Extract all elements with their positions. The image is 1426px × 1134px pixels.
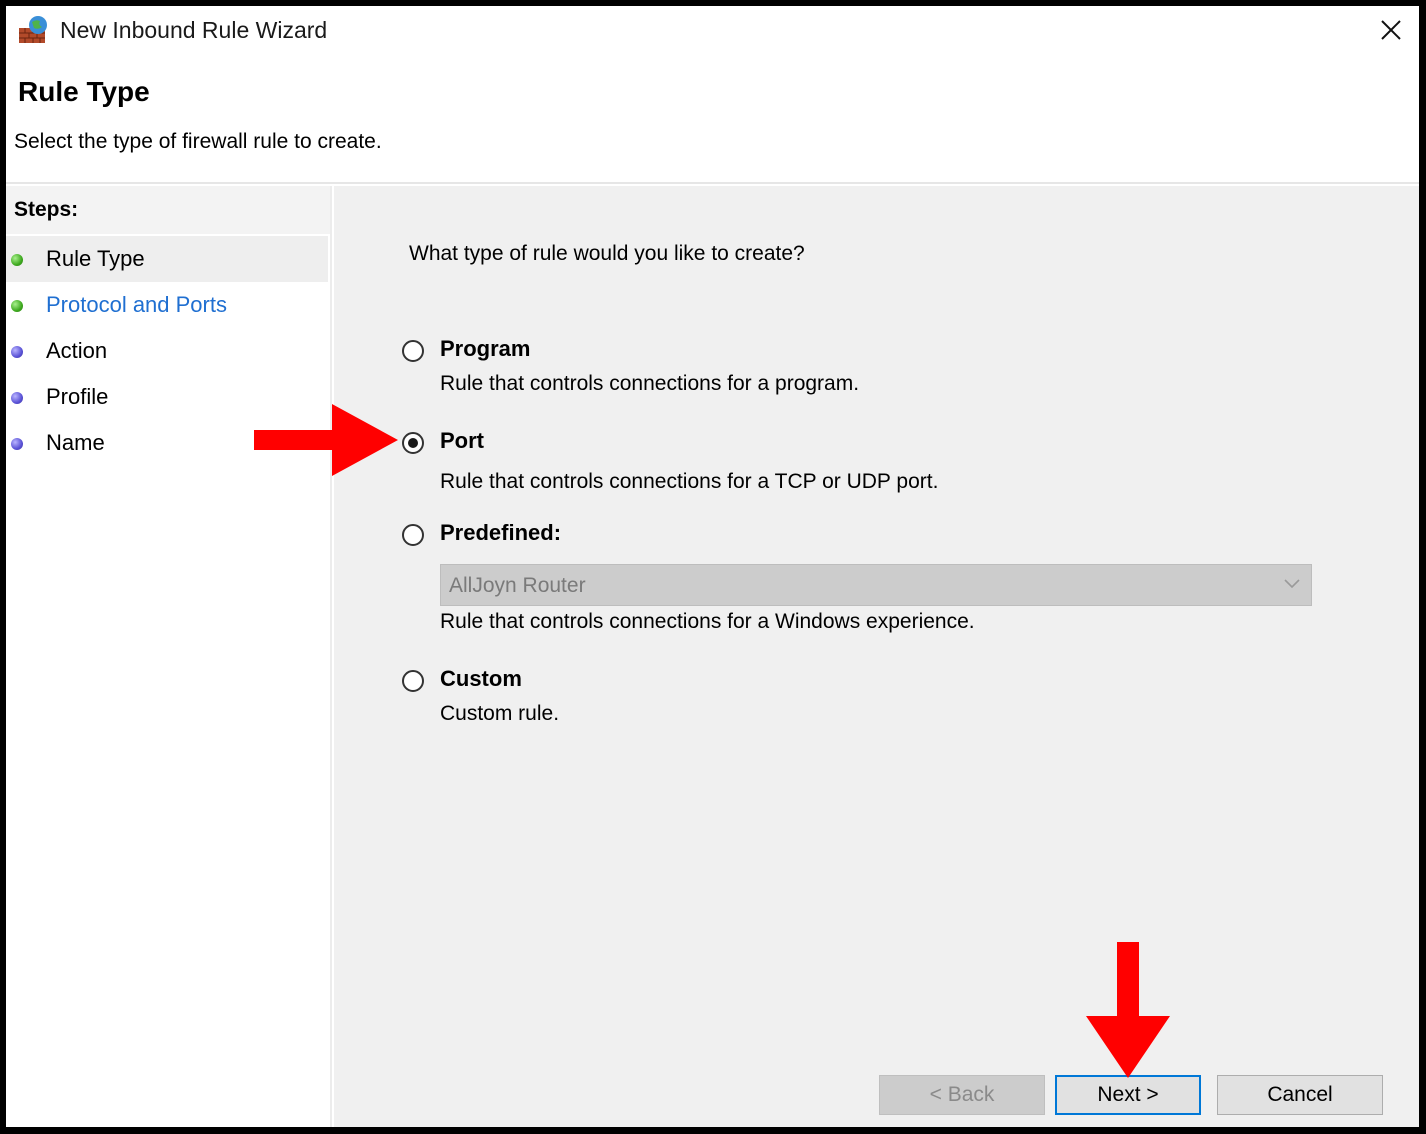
step-label: Profile [46,384,109,409]
step-pending-icon [11,438,23,450]
radio-selected-dot [408,438,418,448]
option-label[interactable]: Predefined: [440,520,561,546]
custom-radio[interactable] [402,670,424,692]
header-divider [6,182,1419,184]
rule-type-question: What type of rule would you like to crea… [409,242,805,265]
option-label[interactable]: Program [440,336,530,362]
wizard-window: New Inbound Rule Wizard Rule Type Select… [6,6,1419,1127]
window-title: New Inbound Rule Wizard [60,17,328,43]
step-rule-type: Rule Type [6,236,328,282]
option-label[interactable]: Custom [440,666,522,692]
step-label: Name [46,430,105,455]
option-label[interactable]: Port [440,428,484,454]
next-button[interactable]: Next > [1055,1075,1201,1115]
option-description: Custom rule. [440,702,560,725]
step-label[interactable]: Protocol and Ports [46,292,227,318]
content-panel: What type of rule would you like to crea… [334,186,1419,1127]
chevron-down-icon [1284,579,1300,589]
close-button[interactable] [1371,12,1411,48]
cancel-button[interactable]: Cancel [1217,1075,1383,1115]
step-label: Action [46,338,108,363]
page-subtitle: Select the type of firewall rule to crea… [14,130,382,153]
steps-title: Steps: [14,198,79,221]
step-complete-icon [11,254,23,266]
step-action: Action [6,328,328,374]
predefined-select: AllJoyn Router [440,564,1312,606]
step-label: Rule Type [46,246,145,271]
predefined-select-value: AllJoyn Router [449,574,586,597]
step-protocol-and-ports[interactable]: Protocol and Ports [6,282,328,328]
back-button[interactable]: < Back [879,1075,1045,1115]
page-title: Rule Type [18,76,150,107]
port-radio[interactable] [402,432,424,454]
step-pending-icon [11,346,23,358]
step-profile: Profile [6,374,328,420]
step-pending-icon [11,392,23,404]
option-description: Rule that controls connections for a Win… [440,610,975,633]
option-description: Rule that controls connections for a pro… [440,372,860,395]
step-name: Name [6,420,328,466]
steps-header: Steps: [6,186,330,234]
program-radio[interactable] [402,340,424,362]
step-complete-icon [11,300,23,312]
firewall-globe-icon [19,16,47,43]
option-description: Rule that controls connections for a TCP… [440,470,939,493]
title-bar: New Inbound Rule Wizard [6,6,1419,56]
predefined-radio[interactable] [402,524,424,546]
steps-panel: Steps: Rule Type Protocol and Ports Acti… [6,186,332,1127]
close-icon [1381,20,1401,40]
